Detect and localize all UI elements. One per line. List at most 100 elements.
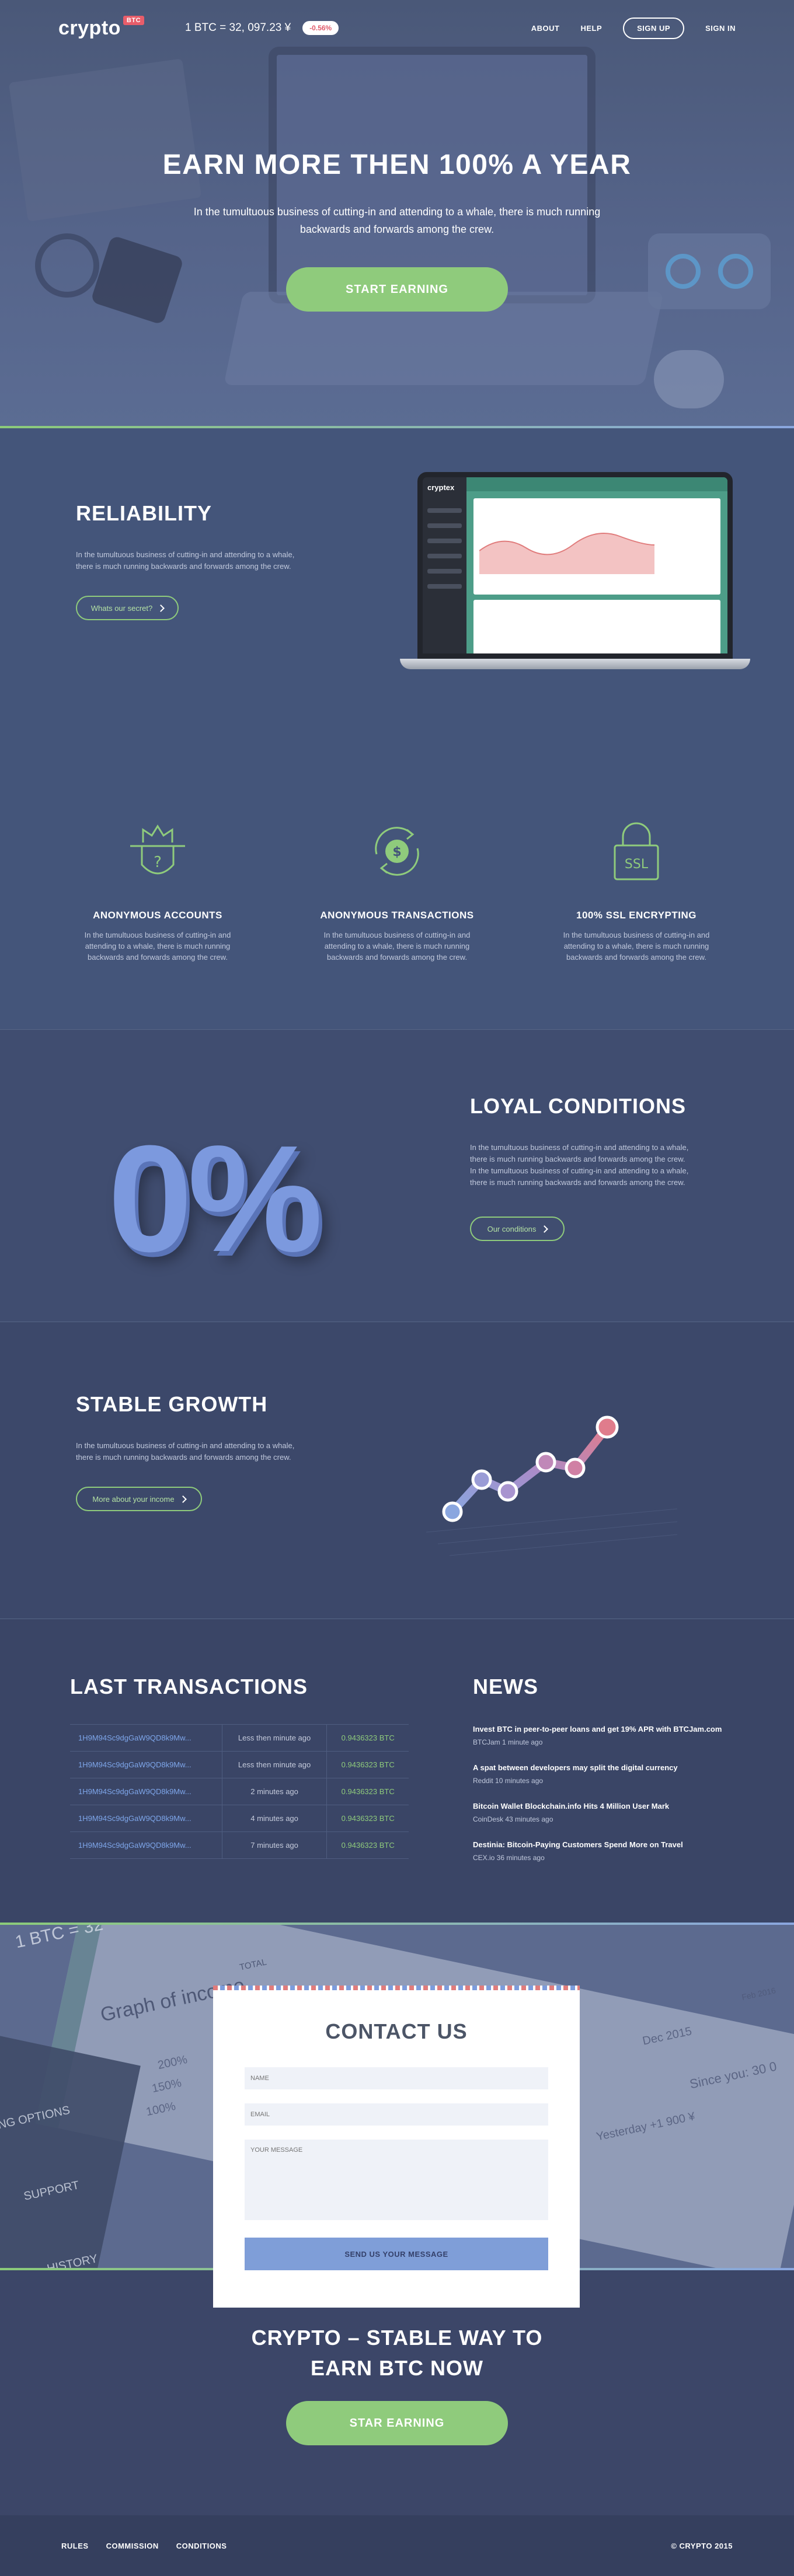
list-item: Invest BTC in peer-to-peer loans and get…	[473, 1724, 736, 1746]
news-list: Invest BTC in peer-to-peer loans and get…	[473, 1724, 736, 1878]
loyal-conditions-section: 0% LOYAL CONDITIONS In the tumultuous bu…	[0, 1030, 794, 1322]
transaction-address[interactable]: 1H9M94Sc9dgGaW9QD8k9Mw...	[70, 1751, 222, 1778]
table-row: 1H9M94Sc9dgGaW9QD8k9Mw... Less then minu…	[70, 1724, 409, 1752]
logo-text: crypto	[58, 16, 121, 39]
footer-rules-link[interactable]: RULES	[61, 2542, 89, 2550]
transaction-amount: 0.9436323 BTC	[326, 1778, 409, 1805]
transaction-address[interactable]: 1H9M94Sc9dgGaW9QD8k9Mw...	[70, 1831, 222, 1859]
cta-title-line: CRYPTO – STABLE WAY TO	[251, 2326, 543, 2350]
more-about-income-label: More about your income	[92, 1494, 175, 1504]
transaction-amount: 0.9436323 BTC	[326, 1724, 409, 1752]
table-row: 1H9M94Sc9dgGaW9QD8k9Mw... 2 minutes ago …	[70, 1778, 409, 1805]
rate-change-badge: -0.56%	[302, 21, 339, 35]
app-sidebar-item	[427, 523, 462, 528]
copyright: © CRYPTO 2015	[671, 2541, 733, 2550]
nav-about-link[interactable]: ABOUT	[531, 24, 560, 33]
app-sidebar-item	[427, 508, 462, 513]
features-section: ? ANONYMOUS ACCOUNTS In the tumultuous b…	[0, 755, 794, 1029]
feature-text: In the tumultuous business of cutting-in…	[563, 931, 710, 962]
cta-title-line: EARN BTC NOW	[311, 2356, 483, 2380]
app-sidebar-item	[427, 554, 462, 558]
footer-conditions-link[interactable]: CONDITIONS	[176, 2542, 227, 2550]
news-meta: CoinDesk 43 minutes ago	[473, 1815, 553, 1823]
stable-growth-section: STABLE GROWTH In the tumultuous business…	[0, 1322, 794, 1619]
app-brand: cryptex	[427, 483, 455, 492]
nav-help-link[interactable]: HELP	[580, 24, 602, 33]
transaction-time: Less then minute ago	[221, 1724, 327, 1752]
logo[interactable]: crypto BTC	[58, 15, 145, 40]
start-earning-button[interactable]: START EARNING	[286, 267, 508, 312]
news-headline-link[interactable]: A spat between developers may split the …	[473, 1763, 678, 1772]
stable-description: In the tumultuous business of cutting-in…	[76, 1441, 295, 1462]
app-sidebar-item	[427, 539, 462, 543]
name-field[interactable]	[245, 2067, 548, 2089]
transactions-table: 1H9M94Sc9dgGaW9QD8k9Mw... Less then minu…	[70, 1724, 409, 1859]
svg-text:$: $	[392, 845, 401, 859]
svg-text:?: ?	[154, 854, 162, 871]
table-row: 1H9M94Sc9dgGaW9QD8k9Mw... 4 minutes ago …	[70, 1805, 409, 1832]
news-meta: CEX.io 36 minutes ago	[473, 1854, 545, 1862]
footer-commission-link[interactable]: COMMISSION	[106, 2542, 159, 2550]
feature-ssl-encrypting: SSL 100% SSL ENCRYPTING In the tumultuou…	[549, 819, 724, 963]
contact-section: 1 BTC = 32 Graph of income TOTAL 200% 15…	[0, 1925, 794, 2308]
stable-text-block: STABLE GROWTH In the tumultuous business…	[76, 1392, 304, 1511]
news-headline-link[interactable]: Invest BTC in peer-to-peer loans and get…	[473, 1725, 722, 1733]
feature-text: In the tumultuous business of cutting-in…	[84, 931, 231, 962]
app-income-graph	[479, 533, 654, 574]
news-headline-link[interactable]: Destinia: Bitcoin-Paying Customers Spend…	[473, 1840, 683, 1849]
transaction-time: 4 minutes ago	[221, 1805, 327, 1832]
growth-point	[596, 1415, 619, 1439]
growth-point	[442, 1501, 463, 1522]
transaction-address[interactable]: 1H9M94Sc9dgGaW9QD8k9Mw...	[70, 1778, 222, 1805]
news-headline-link[interactable]: Bitcoin Wallet Blockchain.info Hits 4 Mi…	[473, 1802, 669, 1810]
app-header	[466, 477, 727, 491]
star-earning-button[interactable]: STAR EARNING	[286, 2401, 508, 2445]
feature-title: ANONYMOUS ACCOUNTS	[93, 910, 222, 921]
whats-our-secret-button[interactable]: Whats our secret?	[76, 596, 179, 620]
chevron-right-icon	[179, 1495, 187, 1503]
chevron-right-icon	[157, 604, 165, 612]
hero-content: EARN MORE THEN 100% A YEAR In the tumult…	[0, 149, 794, 312]
logo-badge: BTC	[123, 15, 145, 25]
news-meta: BTCJam 1 minute ago	[473, 1738, 543, 1746]
sign-in-link[interactable]: SIGN IN	[705, 24, 736, 33]
loyal-text-block: LOYAL CONDITIONS In the tumultuous busin…	[470, 1094, 692, 1241]
transaction-address[interactable]: 1H9M94Sc9dgGaW9QD8k9Mw...	[70, 1805, 222, 1832]
app-sidebar-item	[427, 569, 462, 574]
app-income-graph-card	[473, 498, 720, 595]
main-nav: ABOUT HELP SIGN UP SIGN IN	[531, 17, 736, 39]
ssl-lock-icon: SSL	[614, 822, 659, 880]
list-item: Bitcoin Wallet Blockchain.info Hits 4 Mi…	[473, 1801, 736, 1823]
background-text: Feb 2016	[740, 1986, 777, 2002]
growth-graphic	[426, 1415, 677, 1556]
app-main-area	[466, 477, 727, 653]
dollar-exchange-icon: $	[375, 827, 419, 876]
more-about-income-button[interactable]: More about your income	[76, 1487, 202, 1511]
whats-our-secret-label: Whats our secret?	[90, 603, 153, 613]
growth-point	[497, 1481, 518, 1502]
transactions-title: LAST TRANSACTIONS	[70, 1675, 308, 1698]
reliability-title: RELIABILITY	[76, 501, 212, 525]
transaction-address[interactable]: 1H9M94Sc9dgGaW9QD8k9Mw...	[70, 1724, 222, 1752]
our-conditions-button[interactable]: Our conditions	[470, 1217, 565, 1241]
reliability-description: In the tumultuous business of cutting-in…	[76, 550, 295, 571]
hero-title: EARN MORE THEN 100% A YEAR	[162, 149, 632, 180]
table-row: 1H9M94Sc9dgGaW9QD8k9Mw... 7 minutes ago …	[70, 1831, 409, 1859]
message-field[interactable]	[245, 2140, 548, 2220]
email-field[interactable]	[245, 2103, 548, 2126]
ssl-icon-text: SSL	[625, 857, 649, 872]
hero-subtitle: In the tumultuous business of cutting-in…	[193, 206, 601, 235]
transaction-amount: 0.9436323 BTC	[326, 1751, 409, 1778]
hero-background-mouse	[654, 350, 724, 408]
hero-section: crypto BTC 1 BTC = 32, 097.23 ¥ -0.56% A…	[0, 0, 794, 426]
news-title: NEWS	[473, 1675, 538, 1698]
send-message-button[interactable]: SEND US YOUR MESSAGE	[245, 2238, 548, 2270]
feature-anonymous-transactions: $ ANONYMOUS TRANSACTIONS In the tumultuo…	[309, 819, 485, 963]
laptop-base	[400, 659, 750, 669]
sign-up-button[interactable]: SIGN UP	[623, 17, 685, 39]
feature-text: In the tumultuous business of cutting-in…	[323, 931, 471, 962]
zero-percent-graphic: 0%	[108, 1114, 323, 1284]
transaction-amount: 0.9436323 BTC	[326, 1805, 409, 1832]
feature-anonymous-accounts: ? ANONYMOUS ACCOUNTS In the tumultuous b…	[70, 819, 245, 963]
transaction-time: Less then minute ago	[221, 1751, 327, 1778]
